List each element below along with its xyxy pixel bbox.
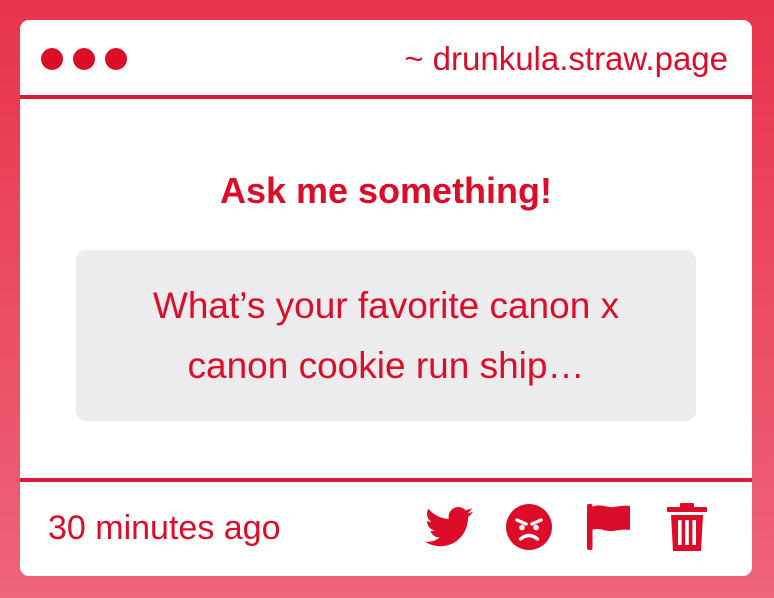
flag-button[interactable] [583,502,633,552]
window-dot-1 [41,48,63,70]
timestamp: 30 minutes ago [48,509,281,547]
question-text: What’s your favorite canon x canon cooki… [152,284,620,386]
window-controls [41,48,127,70]
trash-icon [667,503,707,551]
flag-icon [587,504,630,550]
page-title: Ask me something! [219,170,553,211]
angry-face-icon [506,504,552,550]
question-card: ~ drunkula.straw.page Ask me something! … [20,20,752,576]
question-box: What’s your favorite canon x canon cooki… [76,250,696,421]
report-rude-button[interactable] [504,502,554,552]
twitter-icon [425,507,473,547]
window-titlebar: ~ drunkula.straw.page [20,20,752,99]
twitter-share-button[interactable] [424,502,474,552]
card-footer: 30 minutes ago [20,478,752,576]
delete-button[interactable] [662,502,712,552]
site-url: ~ drunkula.straw.page [404,40,728,77]
window-dot-3 [105,48,127,70]
card-body: Ask me something! What’s your favorite c… [20,99,752,481]
window-dot-2 [73,48,95,70]
